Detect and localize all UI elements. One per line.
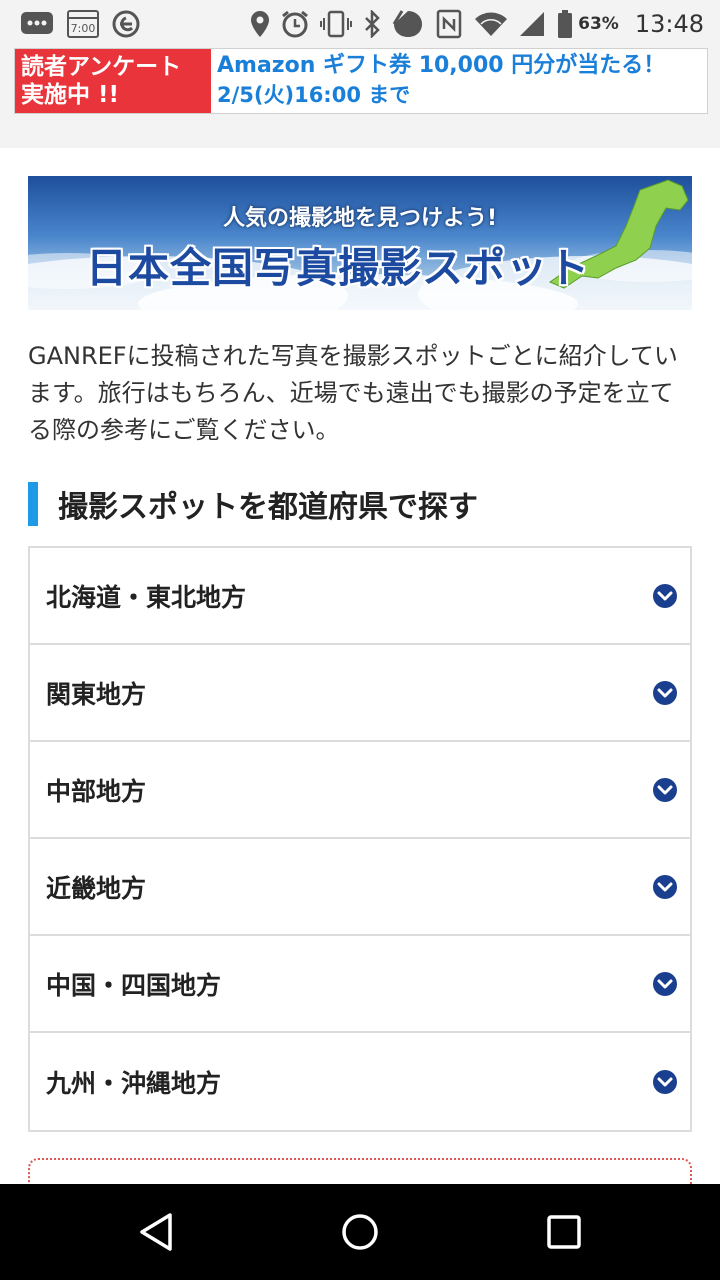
chat-bubble-icon: [20, 11, 54, 37]
region-label: 九州・沖縄地方: [46, 1068, 222, 1098]
ecosia-icon: [112, 10, 140, 38]
home-icon[interactable]: [300, 1184, 420, 1280]
chevron-down-icon[interactable]: [652, 971, 678, 997]
hero-subtitle: 人気の撮影地を見つけよう!: [222, 206, 498, 231]
region-label: 中部地方: [46, 776, 147, 806]
survey-promo-banner[interactable]: 読者アンケート 実施中 !! Amazon ギフト券 10,000 円分が当たる…: [14, 48, 708, 114]
region-label: 中国・四国地方: [46, 970, 222, 1000]
navigation-bar: [0, 1184, 720, 1280]
nfc-icon: [434, 9, 464, 39]
data-saver-icon: [392, 9, 424, 39]
region-label: 北海道・東北地方: [46, 582, 247, 612]
section-heading: 撮影スポットを都道府県で探す: [28, 480, 692, 528]
section-title: 撮影スポットを都道府県で探す: [58, 490, 478, 525]
status-bar: 7:00 63% 13:48: [0, 0, 720, 48]
recent-apps-icon[interactable]: [504, 1184, 624, 1280]
region-item-chubu[interactable]: 中部地方: [30, 742, 690, 839]
promo-message-line2: 2/5(火)16:00 まで: [217, 83, 411, 107]
hero-title: 日本全国写真撮影スポット: [86, 244, 590, 292]
wifi-icon: [474, 10, 508, 38]
bluetooth-icon: [362, 10, 382, 38]
promo-badge-line1: 読者アンケート: [21, 54, 182, 80]
region-accordion: 北海道・東北地方 関東地方 中部地方 近畿地方 中国・四国地方 九州・沖縄地方: [28, 546, 692, 1132]
battery-percent: 63%: [578, 14, 619, 34]
svg-text:7:00: 7:00: [71, 22, 96, 35]
region-item-kanto[interactable]: 関東地方: [30, 645, 690, 742]
chevron-down-icon[interactable]: [652, 874, 678, 900]
region-item-kinki[interactable]: 近畿地方: [30, 839, 690, 936]
location-pin-icon: [250, 10, 270, 38]
promo-badge-line2: 実施中 !!: [21, 82, 119, 108]
region-item-hokkaido-tohoku[interactable]: 北海道・東北地方: [30, 548, 690, 645]
photo-spots-hero-banner[interactable]: 人気の撮影地を見つけよう! 日本全国写真撮影スポット: [28, 176, 692, 310]
calendar-icon: 7:00: [66, 9, 100, 39]
alarm-icon: [280, 9, 310, 39]
promo-badge: 読者アンケート 実施中 !!: [15, 49, 211, 113]
top-banner-area: 読者アンケート 実施中 !! Amazon ギフト券 10,000 円分が当たる…: [0, 48, 720, 148]
promo-message-line1: Amazon ギフト券 10,000 円分が当たる！: [217, 53, 666, 78]
region-label: 近畿地方: [46, 873, 147, 903]
chevron-down-icon[interactable]: [652, 583, 678, 609]
promo-message: Amazon ギフト券 10,000 円分が当たる！ 2/5(火)16:00 ま…: [211, 49, 707, 113]
clock: 13:48: [634, 10, 704, 38]
chevron-down-icon[interactable]: [652, 777, 678, 803]
section-accent-bar: [28, 482, 38, 526]
chevron-down-icon[interactable]: [652, 1069, 678, 1095]
region-item-kyushu-okinawa[interactable]: 九州・沖縄地方: [30, 1033, 690, 1130]
signal-icon: [518, 10, 546, 38]
back-icon[interactable]: [96, 1184, 216, 1280]
region-item-chugoku-shikoku[interactable]: 中国・四国地方: [30, 936, 690, 1033]
battery-icon: [556, 9, 574, 39]
region-label: 関東地方: [46, 679, 147, 709]
vibrate-icon: [320, 9, 353, 39]
intro-text: GANREFに投稿された写真を撮影スポットごとに紹介しています。旅行はもちろん、…: [28, 342, 678, 444]
chevron-down-icon[interactable]: [652, 680, 678, 706]
